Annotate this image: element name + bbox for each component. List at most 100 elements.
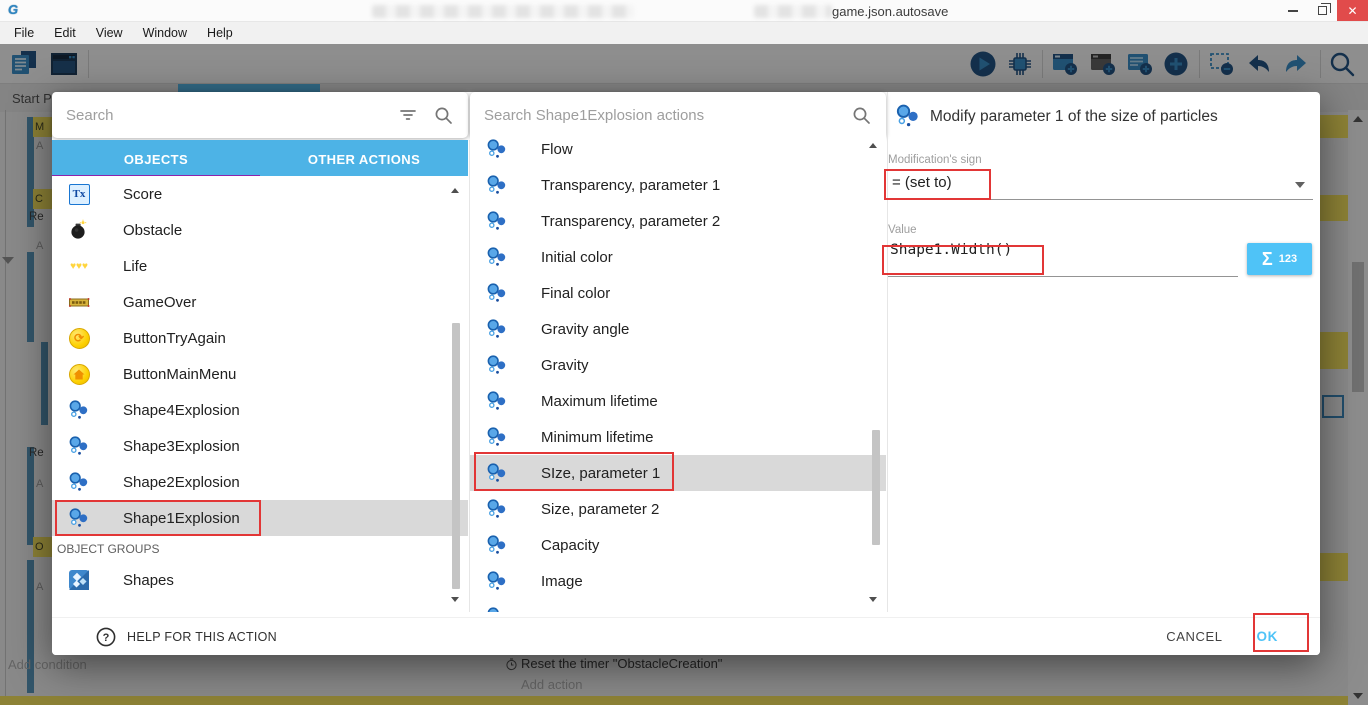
app-window: G game.json.autosave ✕ File Edit View Wi…	[0, 0, 1368, 705]
action-title: Modify parameter 1 of the size of partic…	[930, 108, 1218, 126]
value-field-label: Value	[888, 224, 917, 236]
scrollbar-thumb[interactable]	[452, 323, 460, 589]
scroll-up-icon[interactable]	[451, 188, 459, 193]
list-item-action-partial[interactable]	[470, 599, 886, 612]
value-input[interactable]	[890, 242, 1230, 258]
search-icon[interactable]	[433, 105, 454, 126]
help-link[interactable]: HELP FOR THIS ACTION	[127, 630, 277, 644]
minimize-button[interactable]	[1279, 0, 1307, 21]
list-item-action[interactable]: Capacity	[470, 527, 886, 563]
filter-icon[interactable]	[397, 104, 419, 126]
gdevelop-logo-icon: G	[8, 2, 18, 17]
window-title: game.json.autosave	[832, 4, 948, 19]
particles-icon	[67, 471, 91, 493]
list-item-action[interactable]: Final color	[470, 275, 886, 311]
scroll-down-icon[interactable]	[451, 597, 459, 602]
menu-edit[interactable]: Edit	[44, 22, 86, 44]
list-item-action[interactable]: Transparency, parameter 1	[470, 167, 886, 203]
tab-objects[interactable]: OBJECTS	[52, 140, 260, 178]
object-tabs: OBJECTS OTHER ACTIONS	[52, 140, 468, 178]
blurred-path-text	[754, 5, 832, 18]
cancel-button[interactable]: CANCEL	[1166, 629, 1222, 644]
particles-icon	[485, 138, 509, 160]
close-icon: ✕	[1347, 4, 1357, 18]
action-list: Flow Transparency, parameter 1 Transpare…	[470, 131, 886, 612]
scrollbar-thumb[interactable]	[872, 430, 880, 545]
scroll-up-icon[interactable]	[869, 143, 877, 148]
list-item-action[interactable]: Minimum lifetime	[470, 419, 886, 455]
list-item-action[interactable]: Size, parameter 2	[470, 491, 886, 527]
particles-icon	[485, 282, 509, 304]
list-item-action[interactable]: Flow	[470, 131, 886, 167]
particles-icon	[485, 570, 509, 592]
menu-bar: File Edit View Window Help	[0, 22, 1368, 44]
divider	[887, 92, 888, 612]
menu-view[interactable]: View	[86, 22, 133, 44]
particles-icon	[485, 426, 509, 448]
list-item-object[interactable]: ButtonMainMenu	[52, 356, 468, 392]
list-item-object[interactable]: ♥♥♥ Life	[52, 248, 468, 284]
list-item-group[interactable]: Shapes	[52, 562, 468, 598]
object-list: Tx Score Obstacle ♥♥♥ Life GameOver ⟳ Bu…	[52, 176, 468, 612]
menu-help[interactable]: Help	[197, 22, 243, 44]
list-item-object-selected[interactable]: Shape1Explosion	[52, 500, 468, 536]
restore-button[interactable]	[1308, 0, 1336, 21]
title-bar: G game.json.autosave ✕	[0, 0, 1368, 22]
tab-other-actions[interactable]: OTHER ACTIONS	[260, 140, 468, 178]
action-search-input[interactable]	[484, 107, 851, 124]
svg-text:?: ?	[103, 632, 110, 644]
list-item-object[interactable]: Obstacle	[52, 212, 468, 248]
field-underline	[888, 276, 1238, 277]
list-item-object[interactable]: Shape2Explosion	[52, 464, 468, 500]
list-item-object[interactable]: Shape3Explosion	[52, 428, 468, 464]
sign-field-label: Modification's sign	[888, 154, 982, 166]
list-item-object[interactable]: Shape4Explosion	[52, 392, 468, 428]
particles-icon	[485, 354, 509, 376]
list-item-object[interactable]: ⟳ ButtonTryAgain	[52, 320, 468, 356]
sigma-icon: Σ	[1262, 249, 1273, 270]
banner-icon	[67, 291, 91, 313]
restore-icon	[1318, 6, 1327, 15]
menu-file[interactable]: File	[4, 22, 44, 44]
sign-select[interactable]: = (set to)	[892, 174, 952, 191]
particles-icon	[67, 507, 91, 529]
ok-button[interactable]: OK	[1257, 629, 1278, 644]
menu-window[interactable]: Window	[133, 22, 197, 44]
list-item-action[interactable]: Image	[470, 563, 886, 599]
particles-icon	[895, 103, 921, 134]
instruction-editor-dialog: OBJECTS OTHER ACTIONS Tx Score Obstacle …	[52, 92, 1320, 655]
list-item-object[interactable]: Tx Score	[52, 176, 468, 212]
particles-icon	[485, 174, 509, 196]
scroll-down-icon[interactable]	[869, 597, 877, 602]
particles-icon	[485, 606, 509, 612]
particles-icon	[485, 318, 509, 340]
help-icon[interactable]: ?	[95, 626, 117, 648]
retry-button-icon: ⟳	[67, 328, 91, 349]
list-item-action[interactable]: Maximum lifetime	[470, 383, 886, 419]
list-item-action[interactable]: Transparency, parameter 2	[470, 203, 886, 239]
particles-icon	[485, 462, 509, 484]
list-item-action-selected[interactable]: SIze, parameter 1	[470, 455, 886, 491]
list-item-object[interactable]: GameOver	[52, 284, 468, 320]
dialog-footer: ? HELP FOR THIS ACTION CANCEL OK	[52, 617, 1320, 655]
bomb-icon	[67, 219, 91, 241]
particles-icon	[485, 534, 509, 556]
object-search-input[interactable]	[66, 107, 397, 124]
list-item-action[interactable]: Gravity	[470, 347, 886, 383]
hearts-icon: ♥♥♥	[67, 261, 91, 272]
chevron-down-icon[interactable]	[1295, 182, 1305, 188]
minimize-icon	[1288, 10, 1298, 12]
object-search-bar	[52, 92, 468, 138]
particles-icon	[67, 399, 91, 421]
expression-builder-button[interactable]: Σ 123	[1247, 243, 1312, 275]
text-object-icon: Tx	[67, 184, 91, 205]
object-groups-header: OBJECT GROUPS	[52, 536, 468, 562]
list-item-action[interactable]: Initial color	[470, 239, 886, 275]
particles-icon	[485, 246, 509, 268]
particles-icon	[485, 390, 509, 412]
list-item-action[interactable]: Gravity angle	[470, 311, 886, 347]
object-group-icon	[67, 569, 91, 591]
search-icon[interactable]	[851, 105, 872, 126]
home-button-icon	[67, 364, 91, 385]
close-button[interactable]: ✕	[1337, 0, 1368, 21]
